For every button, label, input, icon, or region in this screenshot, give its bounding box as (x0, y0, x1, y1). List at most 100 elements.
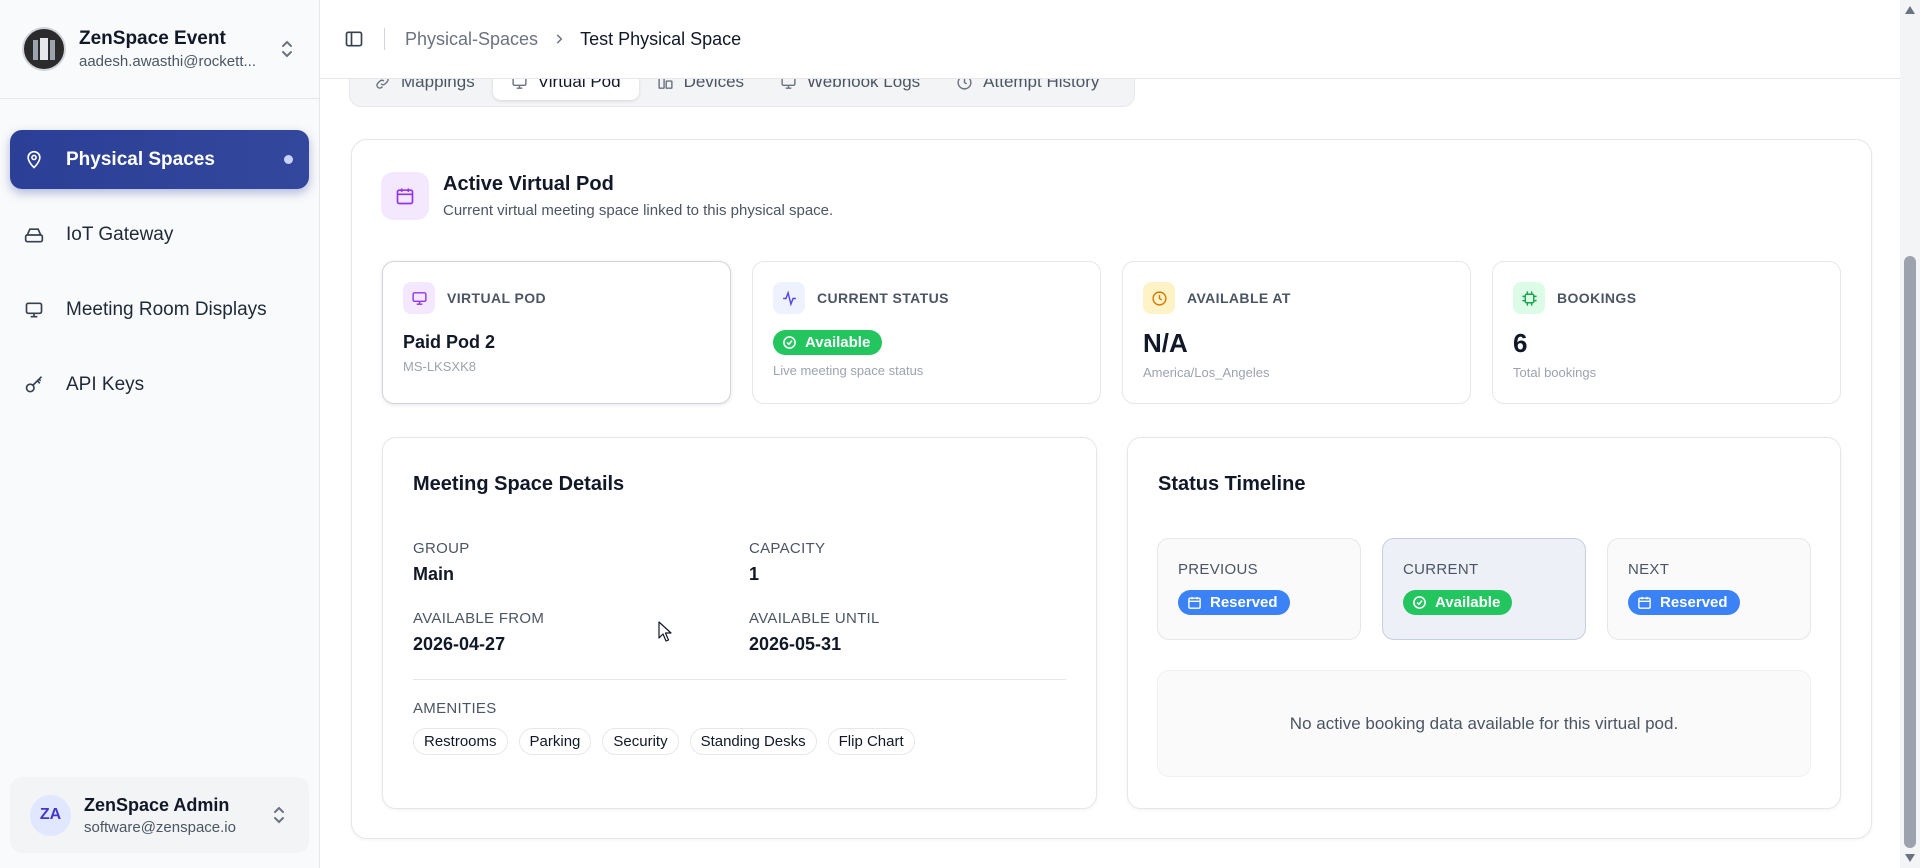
tab-mappings[interactable]: Mappings (356, 79, 493, 100)
tab-bar: Mappings Virtual Pod Devices Webhook Log… (349, 79, 1135, 107)
avatar: ZA (30, 794, 71, 836)
stat-label: BOOKINGS (1557, 290, 1637, 306)
activity-icon (773, 282, 805, 314)
scrollbar-thumb[interactable] (1904, 256, 1916, 848)
user-name: ZenSpace Admin (84, 794, 230, 815)
tab-label: Mappings (401, 79, 475, 91)
timeline-label: NEXT (1628, 561, 1670, 578)
amenity-chip: Parking (518, 728, 592, 755)
sidebar: ZenSpace Event aadesh.awasthi@rockett...… (0, 0, 320, 868)
tab-label: Devices (683, 79, 745, 91)
chevrons-up-down-icon (269, 803, 289, 827)
breadcrumb: Physical-Spaces Test Physical Space (405, 29, 741, 50)
chevrons-up-down-icon (277, 37, 297, 61)
status-description: Live meeting space status (773, 363, 924, 378)
timeline-previous: PREVIOUS Reserved (1157, 538, 1361, 640)
tab-label: Webhook Logs (807, 79, 921, 91)
status-badge: Available (1403, 590, 1513, 615)
org-switcher[interactable]: ZenSpace Event aadesh.awasthi@rockett... (0, 0, 319, 99)
calendar-icon (381, 172, 429, 220)
stat-card-available-at: AVAILABLE AT N/A America/Los_Angeles (1122, 261, 1471, 404)
org-name: ZenSpace Event (79, 28, 226, 49)
tab-webhook-logs[interactable]: Webhook Logs (762, 79, 938, 100)
calendar-icon (1637, 595, 1652, 610)
monitor-icon (403, 282, 435, 314)
user-menu[interactable]: ZA ZenSpace Admin software@zenspace.io (10, 777, 309, 853)
breadcrumb-parent-link[interactable]: Physical-Spaces (405, 29, 538, 50)
mouse-cursor-icon (658, 621, 672, 642)
meeting-space-details-panel: Meeting Space Details GROUP Main CAPACIT… (382, 437, 1097, 809)
virtual-pod-name: Paid Pod 2 (403, 332, 496, 352)
virtual-pod-id: MS-LKSXK8 (403, 359, 476, 374)
status-timeline-panel: Status Timeline PREVIOUS Reserved CURREN… (1127, 437, 1841, 809)
amenity-chip: Security (602, 728, 679, 755)
field-label: GROUP (413, 540, 470, 557)
stat-card-current-status: CURRENT STATUS Available Live meeting sp… (752, 261, 1101, 404)
group-field: GROUP Main (413, 540, 470, 585)
field-label: AVAILABLE FROM (413, 610, 545, 627)
empty-booking-message: No active booking data available for thi… (1157, 670, 1811, 777)
sidebar-item-meeting-room-displays[interactable]: Meeting Room Displays (10, 280, 309, 339)
stat-card-virtual-pod[interactable]: VIRTUAL POD Paid Pod 2 MS-LKSXK8 (382, 261, 731, 404)
org-email: aadesh.awasthi@rockett... (79, 53, 256, 70)
field-value: 1 (749, 564, 760, 584)
sidebar-nav: Physical Spaces IoT Gateway Meeting Room… (10, 130, 309, 430)
sidebar-item-label: Meeting Room Displays (66, 298, 267, 320)
divider (413, 679, 1066, 680)
panel-title: Status Timeline (1158, 473, 1306, 495)
status-badge-label: Reserved (1210, 594, 1278, 611)
top-bar: Physical-Spaces Test Physical Space (320, 0, 1900, 79)
map-pin-icon (24, 150, 44, 170)
tab-label: Virtual Pod (537, 79, 621, 91)
stat-card-bookings: BOOKINGS 6 Total bookings (1492, 261, 1841, 404)
chip-icon (1513, 282, 1545, 314)
stat-label: CURRENT STATUS (817, 290, 949, 306)
field-value: 2026-04-27 (413, 634, 506, 654)
bookings-description: Total bookings (1513, 365, 1597, 380)
available-from-field: AVAILABLE FROM 2026-04-27 (413, 610, 544, 655)
scroll-down-arrow-icon[interactable] (1905, 854, 1915, 862)
sidebar-toggle-icon[interactable] (344, 29, 364, 49)
amenities-label: AMENITIES (413, 700, 497, 717)
tab-attempt-history[interactable]: Attempt History (938, 79, 1117, 100)
status-badge-label: Available (1435, 594, 1501, 611)
timeline-next: NEXT Reserved (1607, 538, 1811, 640)
tab-label: Attempt History (983, 79, 1100, 91)
clock-icon (956, 79, 973, 91)
status-badge-label: Available (805, 334, 871, 351)
stat-label: VIRTUAL POD (447, 290, 547, 306)
field-label: CAPACITY (749, 540, 826, 557)
clock-icon (1143, 282, 1175, 314)
status-badge: Reserved (1178, 590, 1290, 615)
amenity-chip: Restrooms (413, 728, 508, 755)
tab-devices[interactable]: Devices (639, 79, 762, 100)
status-badge: Available (773, 330, 883, 355)
timeline-label: PREVIOUS (1178, 561, 1258, 578)
devices-icon (657, 79, 674, 91)
field-value: Main (413, 564, 455, 584)
section-title: Active Virtual Pod (443, 173, 614, 195)
timeline-label: CURRENT (1403, 561, 1479, 578)
field-label: AVAILABLE UNTIL (749, 610, 880, 627)
section-header: Active Virtual Pod Current virtual meeti… (381, 172, 833, 220)
sidebar-item-iot-gateway[interactable]: IoT Gateway (10, 205, 309, 264)
timeline-current: CURRENT Available (1382, 538, 1586, 640)
main-content: Mappings Virtual Pod Devices Webhook Log… (320, 79, 1900, 868)
monitor-icon (24, 300, 44, 320)
field-label: AMENITIES (413, 700, 497, 717)
status-badge: Reserved (1628, 590, 1740, 615)
vertical-scrollbar[interactable] (1900, 0, 1920, 868)
tab-virtual-pod[interactable]: Virtual Pod (492, 79, 639, 100)
chevron-right-icon (552, 32, 566, 46)
monitor-icon (780, 79, 797, 91)
link-icon (374, 79, 391, 91)
divider (384, 28, 385, 50)
sidebar-item-api-keys[interactable]: API Keys (10, 355, 309, 414)
sidebar-item-physical-spaces[interactable]: Physical Spaces (10, 130, 309, 189)
status-badge-label: Reserved (1660, 594, 1728, 611)
section-subtitle: Current virtual meeting space linked to … (443, 202, 834, 219)
check-circle-icon (1412, 595, 1427, 610)
scroll-up-arrow-icon[interactable] (1905, 6, 1915, 14)
bookings-count: 6 (1513, 328, 1528, 358)
available-at-value: N/A (1143, 328, 1188, 358)
